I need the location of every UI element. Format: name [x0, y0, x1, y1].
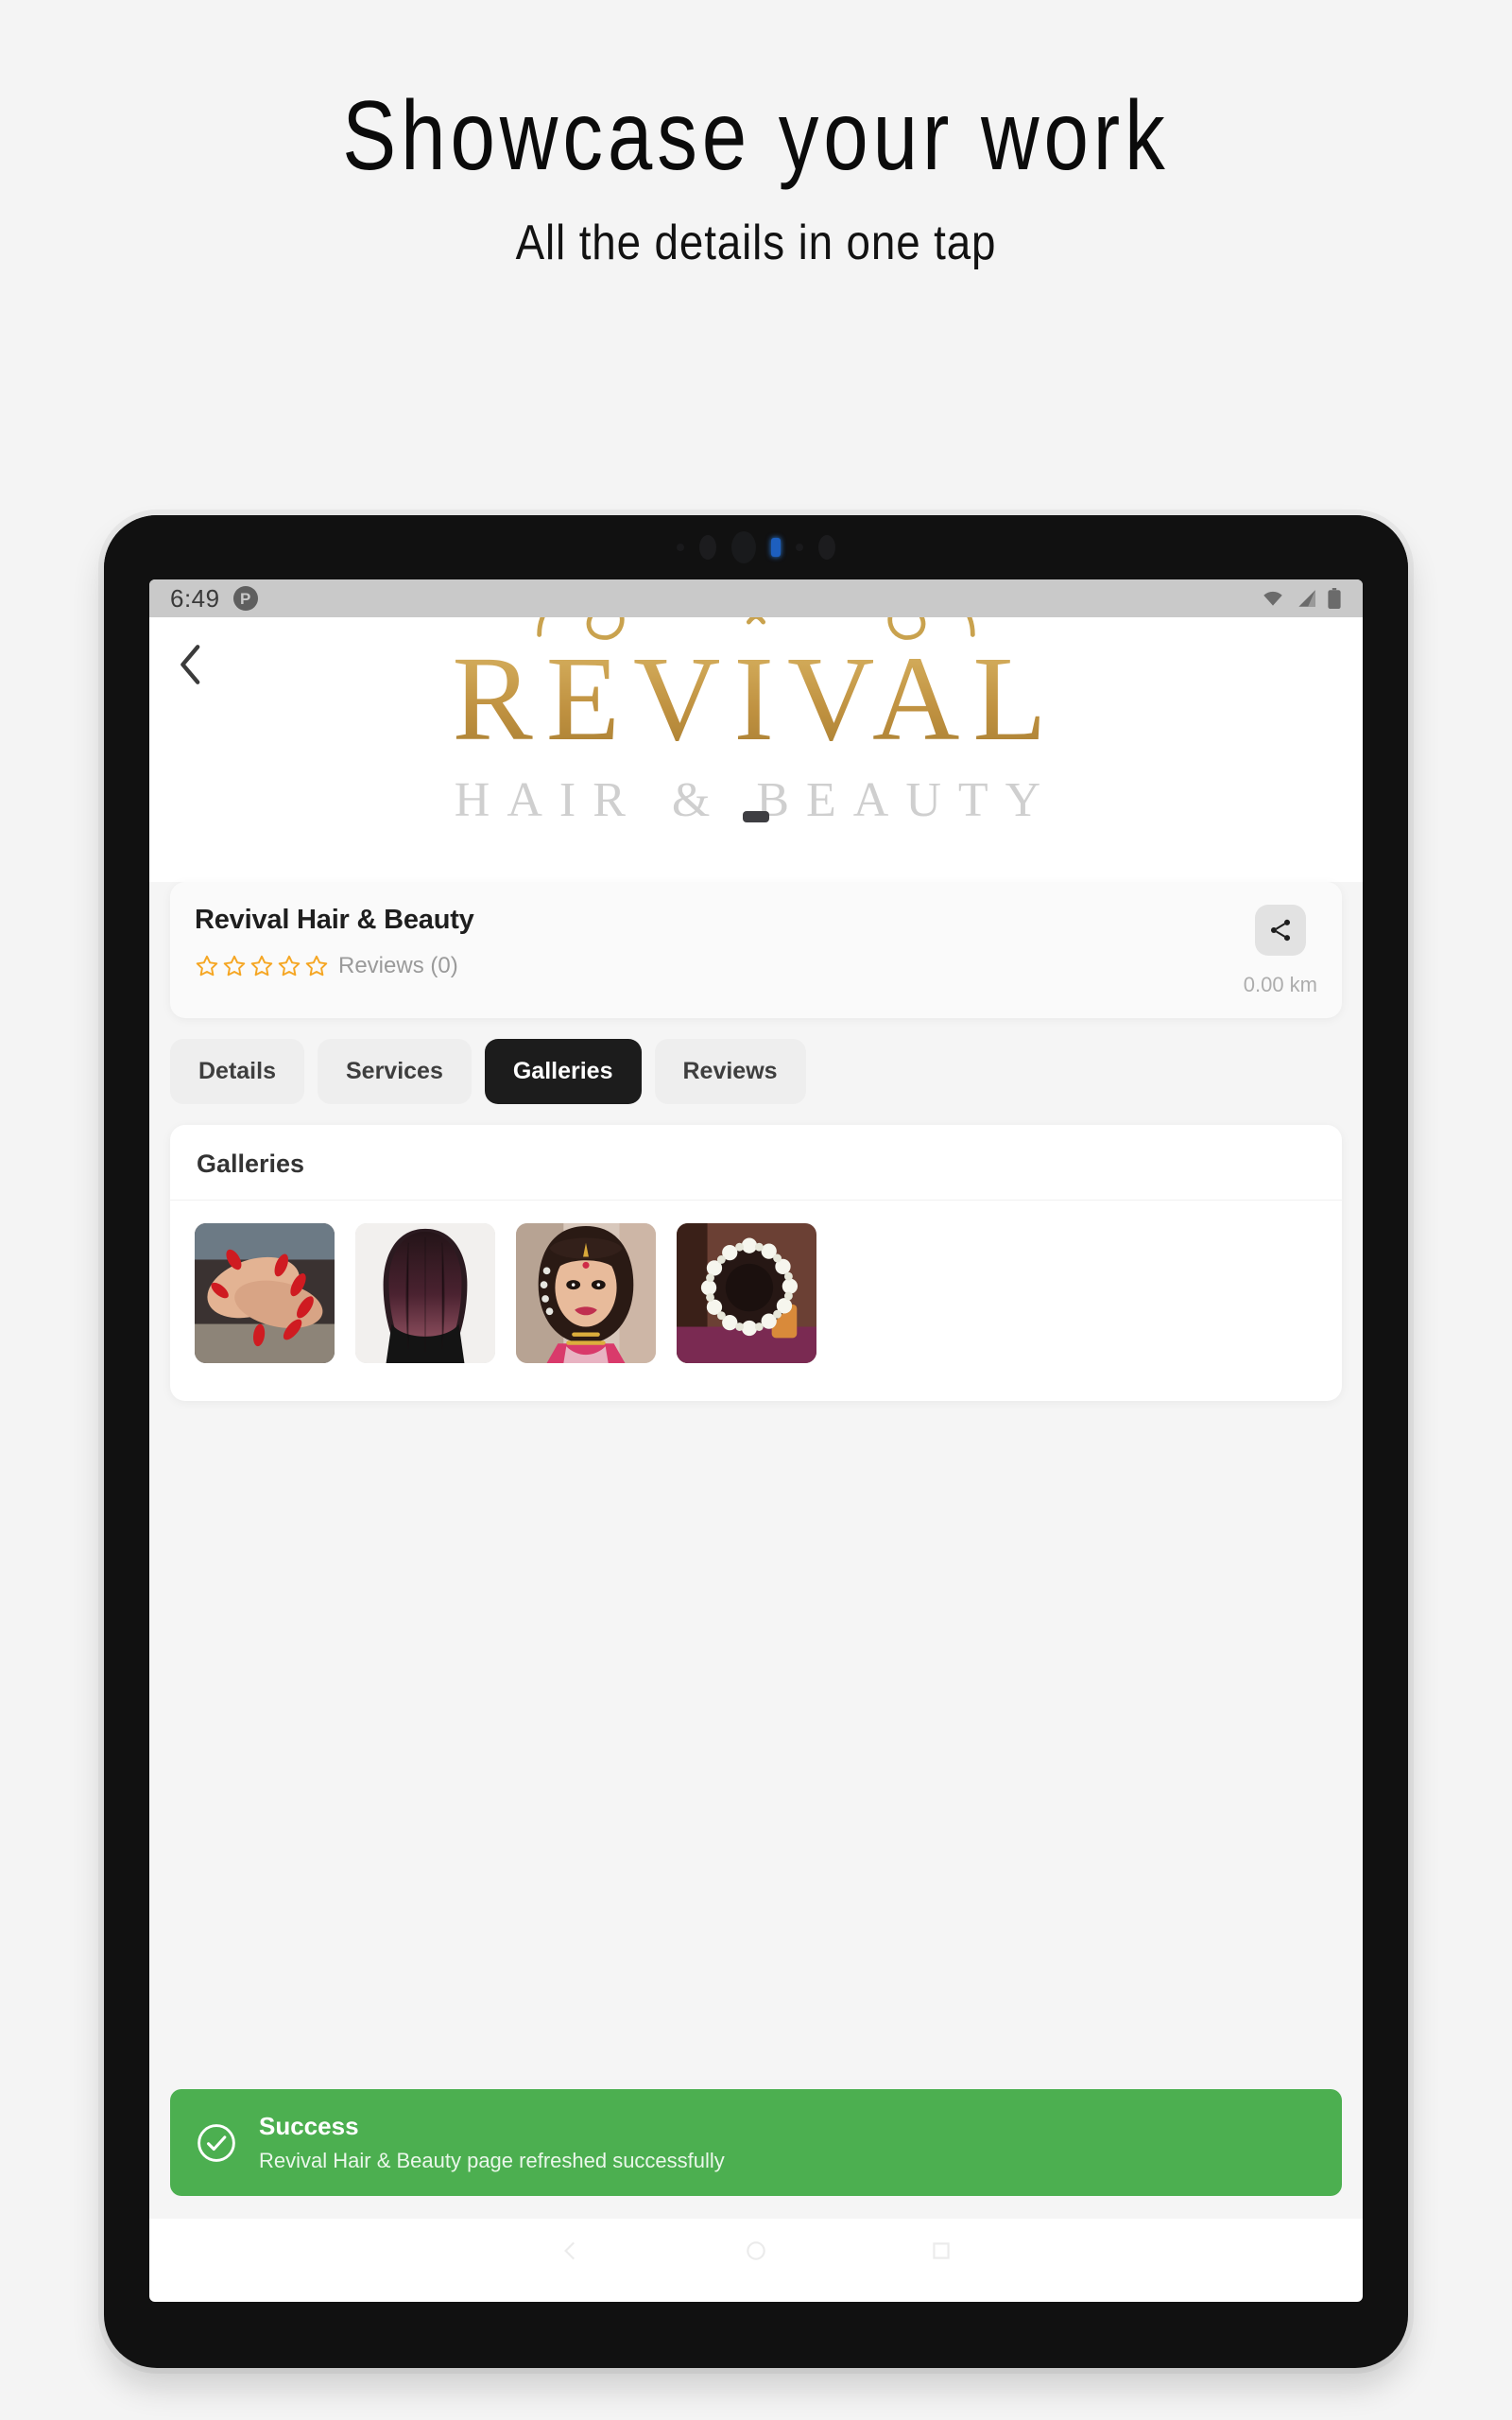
gallery-thumbnail-red-nails[interactable]	[195, 1223, 335, 1363]
hair-colour-back-view-photo	[355, 1223, 495, 1363]
android-nav-bar	[149, 2219, 1363, 2283]
proximity-sensor-icon	[796, 544, 803, 551]
bridal-makeup-portrait-photo	[516, 1223, 656, 1363]
front-camera-wide-icon	[731, 531, 756, 563]
earpiece-speaker-icon	[743, 811, 769, 822]
device-screen: 6:49 P REVIVAL HAIR & BEAUTY Revival Hai…	[149, 579, 1363, 2302]
notification-led-icon	[771, 538, 781, 557]
check-circle-icon	[198, 2123, 235, 2162]
galleries-card: Galleries	[170, 1125, 1342, 1401]
star-icon	[305, 955, 328, 977]
rating-row: Reviews (0)	[195, 953, 474, 979]
back-button[interactable]	[166, 640, 215, 689]
floral-bun-hairstyle-photo	[677, 1223, 816, 1363]
device-mockup: 6:49 P REVIVAL HAIR & BEAUTY Revival Hai…	[104, 515, 1408, 2368]
tab-galleries[interactable]: Galleries	[484, 1039, 642, 1104]
tab-details[interactable]: Details	[170, 1039, 304, 1104]
wifi-icon	[1263, 591, 1282, 606]
chevron-left-icon	[180, 645, 200, 684]
ornament-flourish-icon	[537, 617, 975, 640]
business-info-right: 0.00 km	[1244, 905, 1317, 997]
home-gesture-icon[interactable]	[744, 2238, 768, 2263]
gallery-thumbnail-hair-colour[interactable]	[355, 1223, 495, 1363]
recents-gesture-icon[interactable]	[929, 2238, 954, 2263]
ambient-light-sensor-icon	[818, 535, 835, 560]
success-toast[interactable]: Success Revival Hair & Beauty page refre…	[170, 2089, 1342, 2196]
star-icon	[196, 955, 218, 977]
gallery-thumbnail-bridal-makeup[interactable]	[516, 1223, 656, 1363]
sensor-icon	[677, 544, 684, 551]
cellular-signal-icon	[1298, 590, 1315, 607]
galleries-section-title: Galleries	[170, 1125, 1342, 1201]
device-top-bezel	[104, 515, 1408, 579]
share-button[interactable]	[1254, 905, 1306, 956]
notification-badge-icon: P	[232, 586, 258, 611]
business-info-left: Revival Hair & Beauty Reviews (0)	[195, 905, 474, 979]
status-bar: 6:49 P	[149, 579, 1363, 617]
star-rating[interactable]	[195, 954, 329, 978]
status-bar-time: 6:49	[170, 583, 220, 613]
toast-text: Success Revival Hair & Beauty page refre…	[259, 2112, 725, 2173]
business-logo: REVIVAL HAIR & BEAUTY	[149, 617, 1363, 828]
distance-label: 0.00 km	[1243, 973, 1317, 996]
reviews-count-label: Reviews (0)	[338, 953, 458, 978]
tab-services[interactable]: Services	[317, 1039, 472, 1104]
galleries-thumbnail-strip	[170, 1201, 1342, 1401]
business-info-card: Revival Hair & Beauty Reviews (0) 0.00 k…	[170, 882, 1342, 1018]
star-icon	[223, 955, 246, 977]
logo-wordmark: REVIVAL	[149, 638, 1363, 759]
red-nails-manicure-photo	[195, 1223, 335, 1363]
front-camera-icon	[699, 535, 716, 560]
tab-reviews[interactable]: Reviews	[654, 1039, 806, 1104]
gallery-thumbnail-floral-bun[interactable]	[677, 1223, 816, 1363]
back-gesture-icon[interactable]	[558, 2238, 583, 2263]
business-name: Revival Hair & Beauty	[195, 905, 474, 935]
notification-badge-letter: P	[239, 589, 251, 608]
section-tabs: Details Services Galleries Reviews	[170, 1039, 1342, 1104]
status-bar-left: 6:49 P	[170, 584, 258, 614]
toast-message: Revival Hair & Beauty page refreshed suc…	[259, 2149, 725, 2172]
page-title: Showcase your work	[342, 81, 1170, 191]
page-content: Revival Hair & Beauty Reviews (0) 0.00 k…	[149, 882, 1363, 2283]
promo-header: Showcase your work All the details in on…	[0, 0, 1512, 271]
status-bar-right	[1261, 588, 1342, 609]
star-icon	[278, 955, 301, 977]
business-hero-banner: REVIVAL HAIR & BEAUTY	[149, 617, 1363, 901]
battery-icon	[1328, 588, 1341, 609]
toast-title: Success	[259, 2112, 359, 2140]
share-icon	[1270, 919, 1290, 942]
page-subtitle: All the details in one tap	[515, 216, 997, 271]
star-icon	[250, 955, 273, 977]
